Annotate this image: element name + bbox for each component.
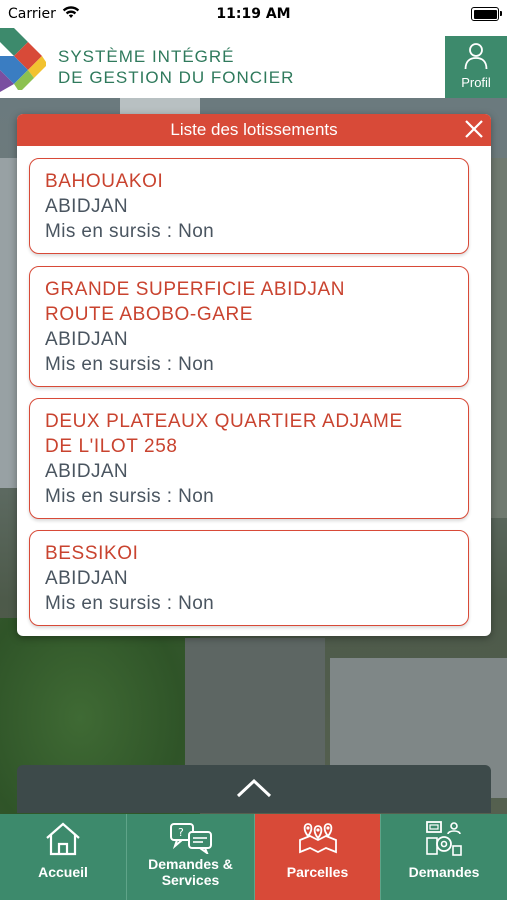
- lotissement-card[interactable]: DEUX PLATEAUX QUARTIER ADJAME DE L'ILOT …: [29, 398, 469, 519]
- svg-text:?: ?: [178, 826, 184, 839]
- app-header: SYSTÈME INTÉGRÉ DE GESTION DU FONCIER Pr…: [0, 28, 507, 98]
- lotissement-city: ABIDJAN: [45, 568, 129, 589]
- chevron-up-icon: [236, 778, 272, 798]
- documents-gear-icon: [426, 821, 462, 856]
- chat-question-icon: ?: [169, 823, 212, 854]
- clock: 11:19 AM: [216, 6, 291, 22]
- sigfu-logo-icon: [0, 28, 46, 92]
- lotissement-status: Mis en sursis : Non: [45, 486, 215, 507]
- lotissement-card[interactable]: GRANDE SUPERFICIE ABIDJAN ROUTE ABOBO-GA…: [29, 266, 469, 387]
- tab-label: Demandes &: [148, 856, 233, 872]
- home-icon: [46, 822, 80, 856]
- lotissement-status: Mis en sursis : Non: [45, 593, 215, 614]
- app-title: SYSTÈME INTÉGRÉ DE GESTION DU FONCIER: [58, 46, 294, 88]
- lotissement-city: ABIDJAN: [45, 196, 129, 217]
- lotissement-name-line2: DE L'ILOT 258: [45, 436, 178, 457]
- status-bar: Carrier 11:19 AM: [0, 0, 507, 28]
- lotissement-card[interactable]: BAHOUAKOI ABIDJAN Mis en sursis : Non: [29, 158, 469, 254]
- map-pins-icon: [298, 823, 337, 854]
- tab-label: Demandes: [408, 864, 480, 880]
- lotissement-name-line2: ROUTE ABOBO-GARE: [45, 304, 254, 325]
- expand-panel-button[interactable]: [17, 765, 491, 813]
- lotissement-status: Mis en sursis : Non: [45, 221, 215, 242]
- bottom-tab-bar: Accueil ? Demandes & Services Parcelles: [0, 814, 507, 900]
- lotissement-card[interactable]: BESSIKOI ABIDJAN Mis en sursis : Non: [29, 530, 469, 626]
- tab-label: Parcelles: [286, 864, 349, 880]
- modal-header: Liste des lotissements: [17, 114, 491, 146]
- lotissement-name: DEUX PLATEAUX QUARTIER ADJAME: [45, 411, 403, 432]
- tab-accueil[interactable]: Accueil: [0, 814, 126, 900]
- profil-label: Profil: [461, 75, 491, 90]
- lotissement-name: GRANDE SUPERFICIE ABIDJAN: [45, 279, 346, 300]
- app-title-line1: SYSTÈME INTÉGRÉ: [58, 47, 235, 66]
- lotissement-name: BESSIKOI: [45, 543, 139, 564]
- app-title-line2: DE GESTION DU FONCIER: [58, 68, 295, 87]
- lotissement-status: Mis en sursis : Non: [45, 354, 215, 375]
- tab-demandes[interactable]: Demandes: [381, 814, 507, 900]
- tab-label-line2: Services: [161, 872, 220, 888]
- profil-button[interactable]: Profil: [445, 36, 507, 98]
- tab-parcelles[interactable]: Parcelles: [255, 814, 380, 900]
- lotissements-modal: Liste des lotissements BAHOUAKOI ABIDJAN…: [17, 114, 491, 636]
- battery-icon: [471, 7, 502, 21]
- lotissement-city: ABIDJAN: [45, 461, 129, 482]
- tab-demandes-services[interactable]: ? Demandes & Services: [127, 814, 254, 900]
- modal-title: Liste des lotissements: [170, 120, 338, 139]
- user-icon: [464, 43, 488, 70]
- close-icon[interactable]: [463, 118, 485, 140]
- lotissement-name: BAHOUAKOI: [45, 171, 164, 192]
- lotissement-city: ABIDJAN: [45, 329, 129, 350]
- tab-label: Accueil: [38, 864, 88, 880]
